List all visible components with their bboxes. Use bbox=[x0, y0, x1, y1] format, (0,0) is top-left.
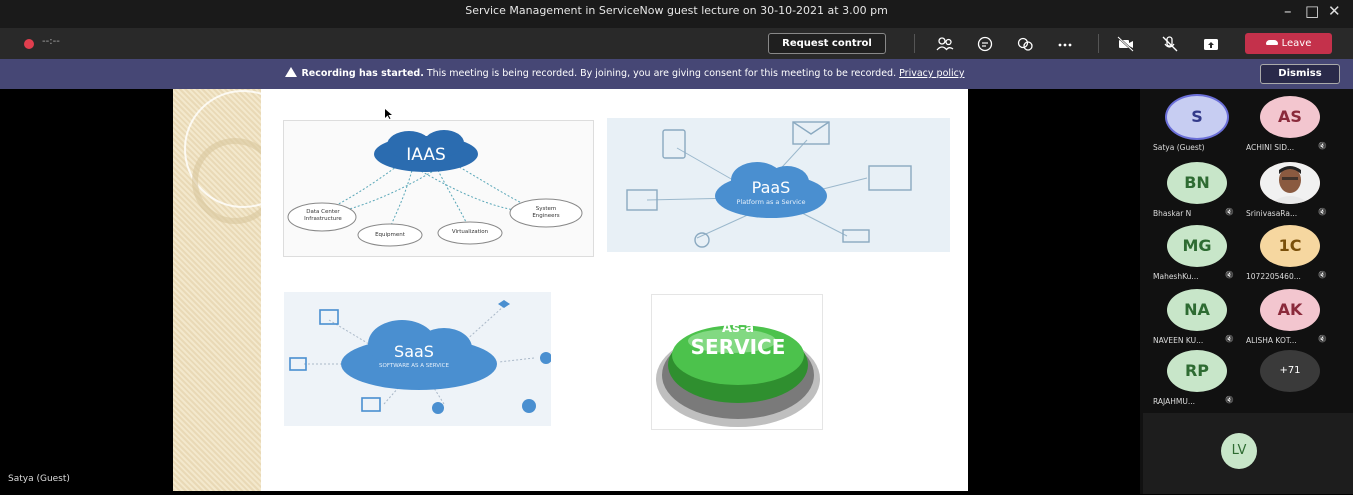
saas-title: SaaS bbox=[394, 342, 434, 361]
participant-name: NAVEEN KU... bbox=[1153, 336, 1204, 345]
mic-off-icon: 🔇 bbox=[1318, 142, 1327, 150]
participant-photo-avatar[interactable] bbox=[1260, 162, 1320, 204]
paas-diagram: PaaS Platform as a Service bbox=[607, 118, 950, 252]
iaas-node-engineers: System Engineers bbox=[532, 206, 560, 219]
minimize-icon[interactable]: – bbox=[1284, 2, 1292, 20]
recording-text: This meeting is being recorded. By joini… bbox=[423, 68, 900, 79]
more-icon[interactable] bbox=[1056, 35, 1074, 53]
mic-off-icon: 🔇 bbox=[1225, 396, 1234, 404]
iaas-cloud-graphic bbox=[287, 130, 583, 247]
bottom-tile-area: LV bbox=[1143, 413, 1353, 494]
shared-slide: IAAS Data Center Infrastructure Equipmen… bbox=[173, 89, 968, 491]
request-control-button[interactable]: Request control bbox=[768, 33, 886, 54]
share-icon[interactable] bbox=[1202, 35, 1220, 53]
window-title: Service Management in ServiceNow guest l… bbox=[465, 4, 888, 17]
participant-name: MaheshKu... bbox=[1153, 272, 1199, 281]
dismiss-button[interactable]: Dismiss bbox=[1260, 64, 1340, 84]
close-icon[interactable]: ✕ bbox=[1328, 2, 1341, 20]
presenter-name: Satya (Guest) bbox=[8, 474, 70, 484]
window-titlebar: Service Management in ServiceNow guest l… bbox=[0, 0, 1353, 28]
recording-title: Recording has started. bbox=[301, 68, 424, 79]
phone-icon bbox=[1265, 40, 1278, 45]
recording-icon bbox=[24, 39, 34, 49]
leave-button[interactable]: Leave bbox=[1245, 33, 1332, 54]
participant-avatar[interactable]: S bbox=[1167, 96, 1227, 138]
participant-name: RAJAHMU... bbox=[1153, 397, 1196, 406]
participant-name: ALISHA KOT... bbox=[1246, 336, 1297, 345]
participant-avatar[interactable]: 1C bbox=[1260, 225, 1320, 267]
reactions-icon[interactable] bbox=[1016, 35, 1034, 53]
mic-off-icon: 🔇 bbox=[1225, 271, 1234, 279]
warning-icon bbox=[285, 67, 298, 77]
maximize-icon[interactable]: □ bbox=[1305, 2, 1319, 20]
person-photo-icon bbox=[1260, 162, 1320, 204]
meeting-timer: --:-- bbox=[42, 36, 60, 47]
mic-off-icon[interactable] bbox=[1161, 35, 1179, 53]
participants-icon[interactable] bbox=[936, 35, 954, 53]
recording-banner: Recording has started. This meeting is b… bbox=[0, 59, 1353, 89]
iaas-node-datacenter: Data Center Infrastructure bbox=[304, 209, 342, 222]
slide-decor-band bbox=[173, 89, 302, 491]
more-participants-button[interactable]: +71 bbox=[1260, 350, 1320, 392]
participant-name: SrinivasaRa... bbox=[1246, 209, 1298, 218]
participant-name: Satya (Guest) bbox=[1153, 143, 1205, 152]
chat-icon[interactable] bbox=[976, 35, 994, 53]
saas-subtitle: SOFTWARE AS A SERVICE bbox=[379, 363, 449, 369]
recording-message: Recording has started. This meeting is b… bbox=[0, 67, 1250, 79]
mic-off-icon: 🔇 bbox=[1318, 335, 1327, 343]
leave-label: Leave bbox=[1281, 38, 1312, 49]
iaas-node-equipment: Equipment bbox=[375, 232, 405, 238]
mic-off-icon: 🔇 bbox=[1318, 271, 1327, 279]
saas-diagram: SaaS SOFTWARE AS A SERVICE bbox=[284, 292, 552, 426]
paas-title: PaaS bbox=[751, 178, 791, 197]
toolbar-divider bbox=[1098, 34, 1099, 53]
participant-avatar[interactable]: MG bbox=[1167, 225, 1227, 267]
participant-name: Bhaskar N bbox=[1153, 209, 1192, 218]
privacy-policy-link[interactable]: Privacy policy bbox=[899, 68, 964, 79]
participant-avatar[interactable]: BN bbox=[1167, 162, 1227, 204]
participant-avatar[interactable]: AK bbox=[1260, 289, 1320, 331]
meeting-toolbar: --:-- Request control Leave bbox=[0, 28, 1353, 59]
green-button-graphic bbox=[656, 325, 820, 427]
iaas-node-virtualization: Virtualization bbox=[451, 229, 489, 235]
as-a-service-button-image: As-a SERVICE bbox=[651, 294, 823, 430]
participant-avatar[interactable]: RP bbox=[1167, 350, 1227, 392]
slide-decor-circles bbox=[184, 90, 302, 224]
mic-off-icon: 🔇 bbox=[1225, 335, 1234, 343]
button-line1: As-a bbox=[722, 321, 754, 336]
paas-subtitle: Platform as a Service bbox=[736, 198, 806, 206]
iaas-cloud-label: IAAS bbox=[406, 145, 446, 165]
participant-avatar[interactable]: AS bbox=[1260, 96, 1320, 138]
button-line2: SERVICE bbox=[690, 335, 786, 359]
mic-off-icon: 🔇 bbox=[1225, 208, 1234, 216]
toolbar-divider bbox=[914, 34, 915, 53]
camera-off-icon[interactable] bbox=[1117, 35, 1135, 53]
mouse-cursor-icon bbox=[385, 109, 392, 119]
participant-name: 1072205460... bbox=[1246, 272, 1301, 281]
avatar-lv[interactable]: LV bbox=[1221, 433, 1257, 469]
mic-off-icon: 🔇 bbox=[1318, 208, 1327, 216]
iaas-diagram: IAAS Data Center Infrastructure Equipmen… bbox=[283, 120, 594, 257]
participant-name: ACHINI SID... bbox=[1246, 143, 1295, 152]
participant-avatar[interactable]: NA bbox=[1167, 289, 1227, 331]
